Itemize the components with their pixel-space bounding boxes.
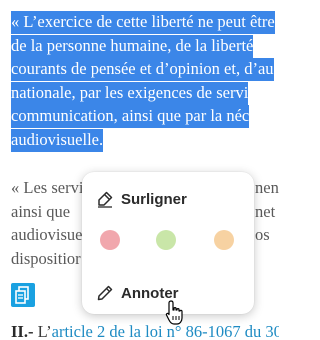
- highlight-label: Surligner: [121, 190, 187, 208]
- selected-paragraph[interactable]: « L’exercice de cette liberté ne peut êt…: [11, 10, 279, 152]
- section-number: II.-: [11, 322, 34, 340]
- selected-text-line[interactable]: de la personne humaine, de la liberté: [11, 34, 254, 58]
- orange-highlight-swatch[interactable]: [214, 230, 234, 250]
- highlight-button[interactable]: Surligner: [96, 186, 187, 212]
- selected-text-line[interactable]: communication, ainsi que par la néc: [11, 105, 250, 129]
- hand-pointer-cursor-icon: [165, 300, 183, 325]
- selected-text-line[interactable]: courants de pensée et d’opinion et, d’au: [11, 58, 274, 82]
- selected-text-line[interactable]: nationale, par les exigences de servi: [11, 81, 249, 105]
- highlighter-pen-icon: [98, 191, 113, 208]
- paragraph-line-end: nen: [255, 178, 279, 197]
- paragraph-line-end: os: [255, 225, 270, 245]
- article-prefix: L’: [33, 322, 52, 340]
- red-highlight-swatch[interactable]: [100, 230, 120, 250]
- selected-text-line[interactable]: audiovisuelle.: [11, 128, 104, 152]
- selected-text-line[interactable]: « L’exercice de cette liberté ne peut êt…: [11, 11, 275, 34]
- article-line: II.- L’article 2 de la loi n° 86-1067 du…: [11, 320, 279, 340]
- document-icon[interactable]: [11, 283, 35, 307]
- pencil-icon: [97, 285, 113, 301]
- annotation-context-menu: Surligner Annoter: [82, 172, 254, 314]
- green-highlight-swatch[interactable]: [156, 230, 176, 250]
- paragraph-line-end: net: [255, 201, 276, 221]
